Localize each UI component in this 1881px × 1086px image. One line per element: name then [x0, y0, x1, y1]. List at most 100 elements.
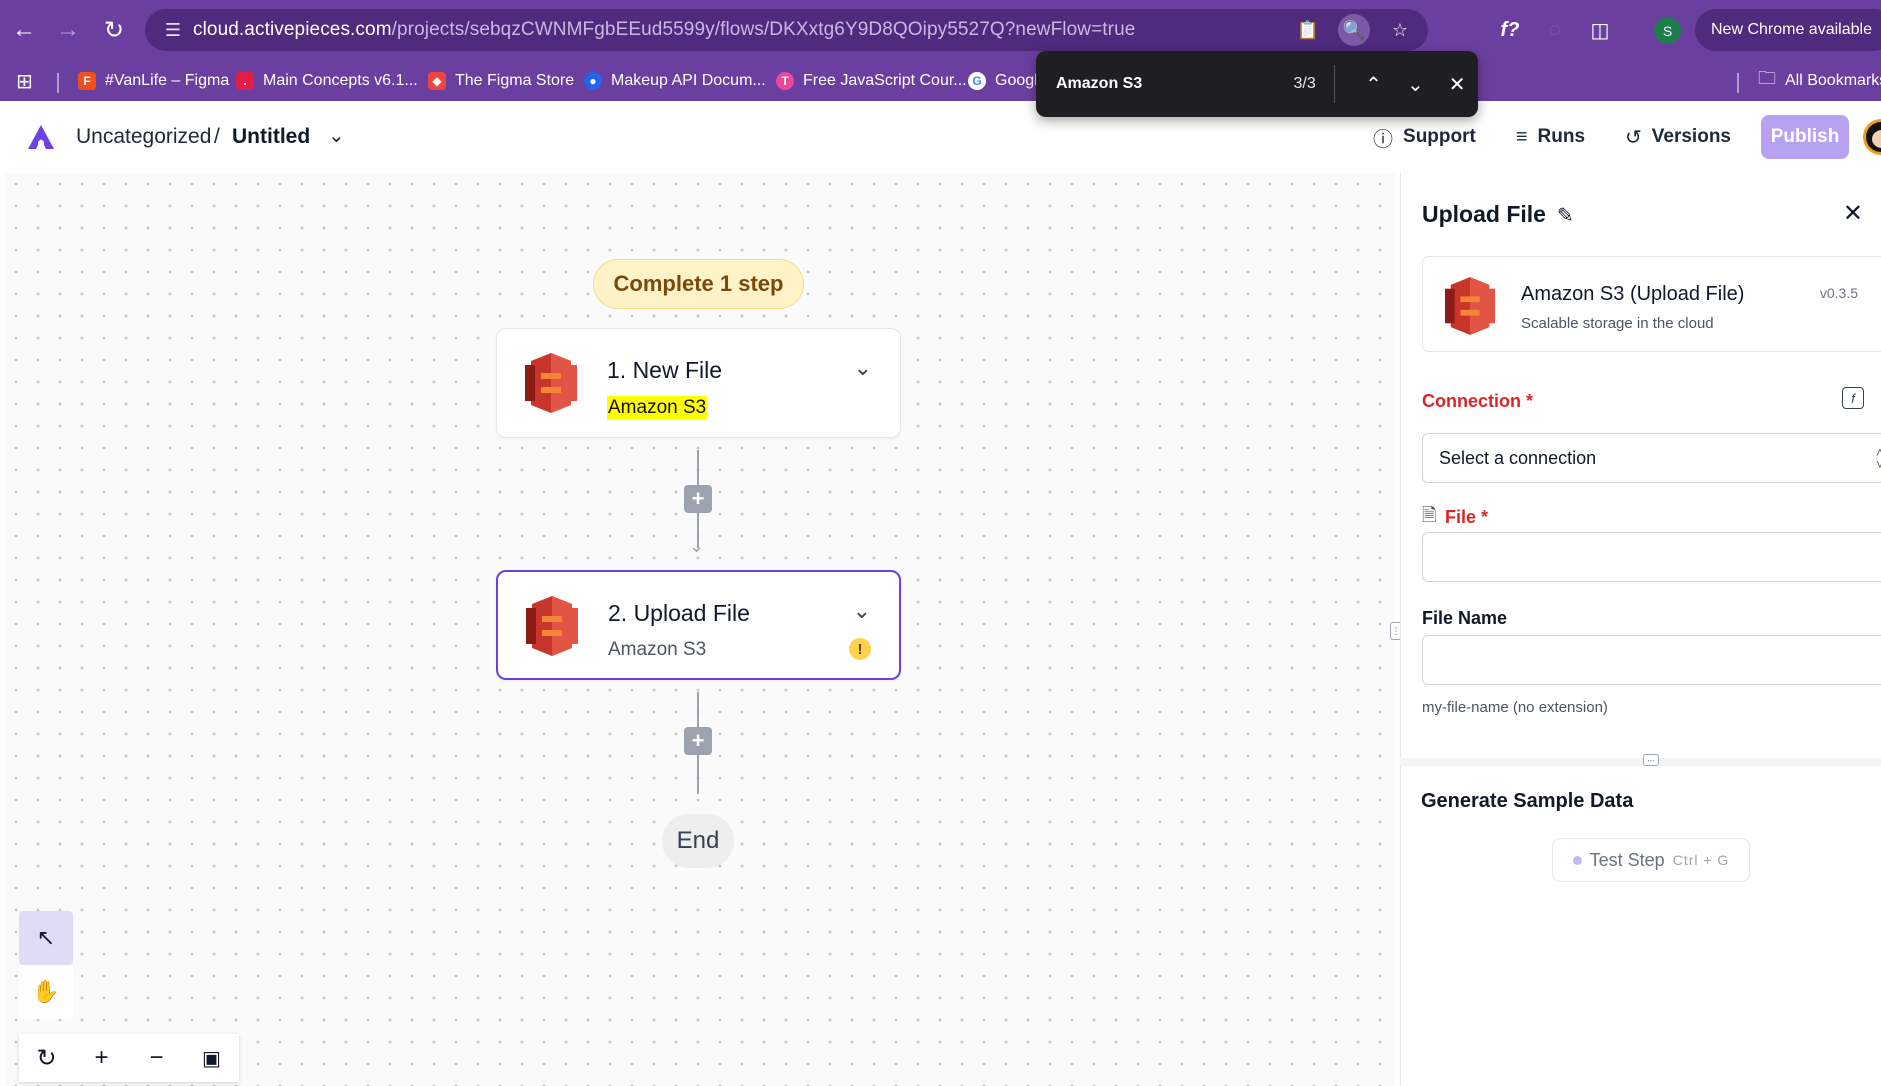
- bookmarks-divider: [57, 73, 59, 93]
- amazon-s3-icon: [526, 596, 578, 656]
- hand-pan-tool[interactable]: ✋: [19, 965, 73, 1019]
- history-icon: ↺: [1625, 126, 1642, 149]
- store-icon: ◆: [428, 72, 446, 90]
- step-card-upload-file[interactable]: 2. Upload File Amazon S3 ⌄ !: [496, 570, 901, 680]
- breadcrumb-folder[interactable]: Uncategorized: [76, 125, 211, 149]
- address-bar[interactable]: ☰ cloud.activepieces.com/projects/sebqzC…: [145, 9, 1428, 51]
- all-bookmarks[interactable]: 🗀 All Bookmarks: [1758, 61, 1881, 101]
- chevron-up-down-icon: ˄ ˅: [1875, 444, 1881, 472]
- chevron-down-icon[interactable]: ⌄: [853, 598, 871, 624]
- file-label: File *: [1445, 507, 1489, 527]
- piece-version: v0.3.5: [1819, 285, 1858, 301]
- add-step-button[interactable]: +: [684, 727, 712, 755]
- apps-grid-icon[interactable]: ⊞: [16, 69, 33, 94]
- clipboard-icon[interactable]: 📋: [1292, 14, 1324, 46]
- folder-icon: 🗀: [1758, 68, 1776, 88]
- help-circle-icon: ⓘ: [1373, 128, 1394, 151]
- bookmark-star-icon[interactable]: ☆: [1384, 14, 1416, 46]
- connection-label: Connection *: [1422, 391, 1534, 411]
- extension-disabled-icon[interactable]: ◌: [1538, 13, 1572, 47]
- close-icon[interactable]: ✕: [1436, 72, 1478, 97]
- test-step-button[interactable]: Test Step Ctrl + G: [1552, 838, 1750, 882]
- reset-view-icon[interactable]: ↻: [27, 1044, 67, 1073]
- new-chrome-available-button[interactable]: New Chrome available: [1695, 9, 1881, 51]
- bookmark-main-concepts[interactable]: . Main Concepts v6.1...: [236, 61, 418, 101]
- generate-sample-data-title: Generate Sample Data: [1421, 790, 1634, 812]
- warning-icon: !: [849, 638, 871, 660]
- bookmark-figma-store[interactable]: ◆ The Figma Store: [428, 61, 574, 101]
- step-card-new-file[interactable]: 1. New File Amazon S3 ⌄: [496, 328, 901, 438]
- find-query-input[interactable]: Amazon S3: [1056, 75, 1238, 93]
- breadcrumb-separator: /: [214, 125, 220, 148]
- zoom-out-icon[interactable]: −: [137, 1044, 177, 1072]
- step-subtitle: Amazon S3: [607, 396, 708, 420]
- forward-icon[interactable]: →: [50, 12, 86, 48]
- piece-info-card: Amazon S3 (Upload File) Scalable storage…: [1422, 256, 1881, 352]
- site-info-icon[interactable]: ☰: [153, 20, 193, 41]
- edit-pencil-icon[interactable]: ✎: [1557, 203, 1574, 228]
- bookmarks-divider: [1737, 73, 1739, 93]
- section-resize-handle[interactable]: ⋯: [1643, 754, 1659, 766]
- add-step-button[interactable]: +: [684, 485, 712, 513]
- bookmark-vanlife-figma[interactable]: F #VanLife – Figma: [78, 61, 229, 101]
- bookmarks-bar: ⊞ F #VanLife – Figma . Main Concepts v6.…: [0, 61, 1881, 101]
- versions-button[interactable]: ↺ Versions: [1605, 115, 1751, 159]
- keyboard-shortcut: Ctrl + G: [1672, 852, 1730, 868]
- bookmark-google[interactable]: G Googl: [968, 61, 1038, 101]
- step-settings-panel: Upload File ✎ ✕ Amazon S3 (Upload File) …: [1400, 173, 1881, 1086]
- find-in-page-bar: Amazon S3 3/3 ⌃ ⌄ ✕: [1036, 51, 1478, 117]
- connection-select[interactable]: Select a connection ˄ ˅: [1422, 433, 1881, 483]
- app-header: Uncategorized / Untitled ⌄ ⓘ Support ≡ R…: [0, 101, 1881, 173]
- find-in-page-icon[interactable]: 🔍: [1338, 14, 1370, 46]
- fit-to-screen-icon[interactable]: ▣: [192, 1046, 232, 1071]
- flow-name[interactable]: Untitled: [232, 125, 310, 149]
- file-name-helper: my-file-name (no extension): [1422, 699, 1608, 716]
- file-icon: 🗎: [1422, 505, 1437, 525]
- site-icon: .: [236, 72, 254, 90]
- profile-avatar[interactable]: S: [1654, 17, 1681, 44]
- back-icon[interactable]: ←: [6, 12, 42, 48]
- file-name-label: File Name: [1422, 608, 1508, 628]
- bookmark-makeup-api[interactable]: ● Makeup API Docum...: [584, 61, 766, 101]
- publish-button[interactable]: Publish: [1761, 115, 1849, 159]
- piece-description: Scalable storage in the cloud: [1521, 315, 1714, 332]
- extensions-puzzle-icon[interactable]: ◫: [1583, 13, 1617, 47]
- figma-icon: F: [78, 72, 96, 90]
- step-title: 2. Upload File: [608, 600, 750, 626]
- piece-name: Amazon S3 (Upload File): [1521, 283, 1745, 305]
- status-dot: [1572, 855, 1582, 865]
- chevron-down-icon[interactable]: ⌄: [328, 123, 345, 148]
- zoom-controls: ↻ + − ▣: [19, 1034, 239, 1082]
- panel-title[interactable]: Upload File: [1422, 201, 1546, 228]
- runs-button[interactable]: ≡ Runs: [1496, 115, 1605, 159]
- chevron-up-icon[interactable]: ⌃: [1353, 72, 1395, 97]
- find-match-count: 3/3: [1293, 75, 1316, 92]
- file-input[interactable]: [1422, 532, 1881, 582]
- chevron-down-icon[interactable]: ⌄: [1394, 72, 1436, 97]
- zoom-in-icon[interactable]: +: [82, 1044, 122, 1072]
- activepieces-logo[interactable]: [26, 123, 56, 151]
- panel-section-divider: [1400, 758, 1881, 766]
- chevron-down-icon[interactable]: ⌄: [854, 355, 872, 381]
- reload-icon[interactable]: ↻: [96, 12, 132, 48]
- amazon-s3-icon: [1445, 277, 1495, 335]
- file-name-input[interactable]: [1422, 635, 1881, 685]
- globe-icon: ●: [584, 72, 602, 90]
- step-title: 1. New File: [607, 357, 723, 383]
- complete-steps-pill[interactable]: Complete 1 step: [593, 259, 804, 309]
- browser-toolbar: ← → ↻ ☰ cloud.activepieces.com/projects/…: [0, 0, 1881, 61]
- support-button[interactable]: ⓘ Support: [1353, 115, 1496, 159]
- arrow-down-icon: ⌄: [689, 536, 705, 556]
- extension-fx-icon[interactable]: f?: [1493, 13, 1527, 47]
- end-node: End: [662, 814, 734, 868]
- google-icon: G: [968, 72, 986, 90]
- user-avatar[interactable]: [1863, 119, 1881, 155]
- amazon-s3-icon: [525, 353, 577, 413]
- bookmark-free-javascript[interactable]: T Free JavaScript Cour...: [776, 61, 967, 101]
- dynamic-value-toggle-icon[interactable]: f: [1842, 387, 1864, 409]
- site-icon: T: [776, 72, 794, 90]
- select-cursor-tool[interactable]: ↖: [19, 911, 73, 965]
- url-text[interactable]: cloud.activepieces.com/projects/sebqzCWN…: [193, 19, 1135, 41]
- findbar-divider: [1333, 65, 1335, 103]
- close-icon[interactable]: ✕: [1843, 199, 1863, 228]
